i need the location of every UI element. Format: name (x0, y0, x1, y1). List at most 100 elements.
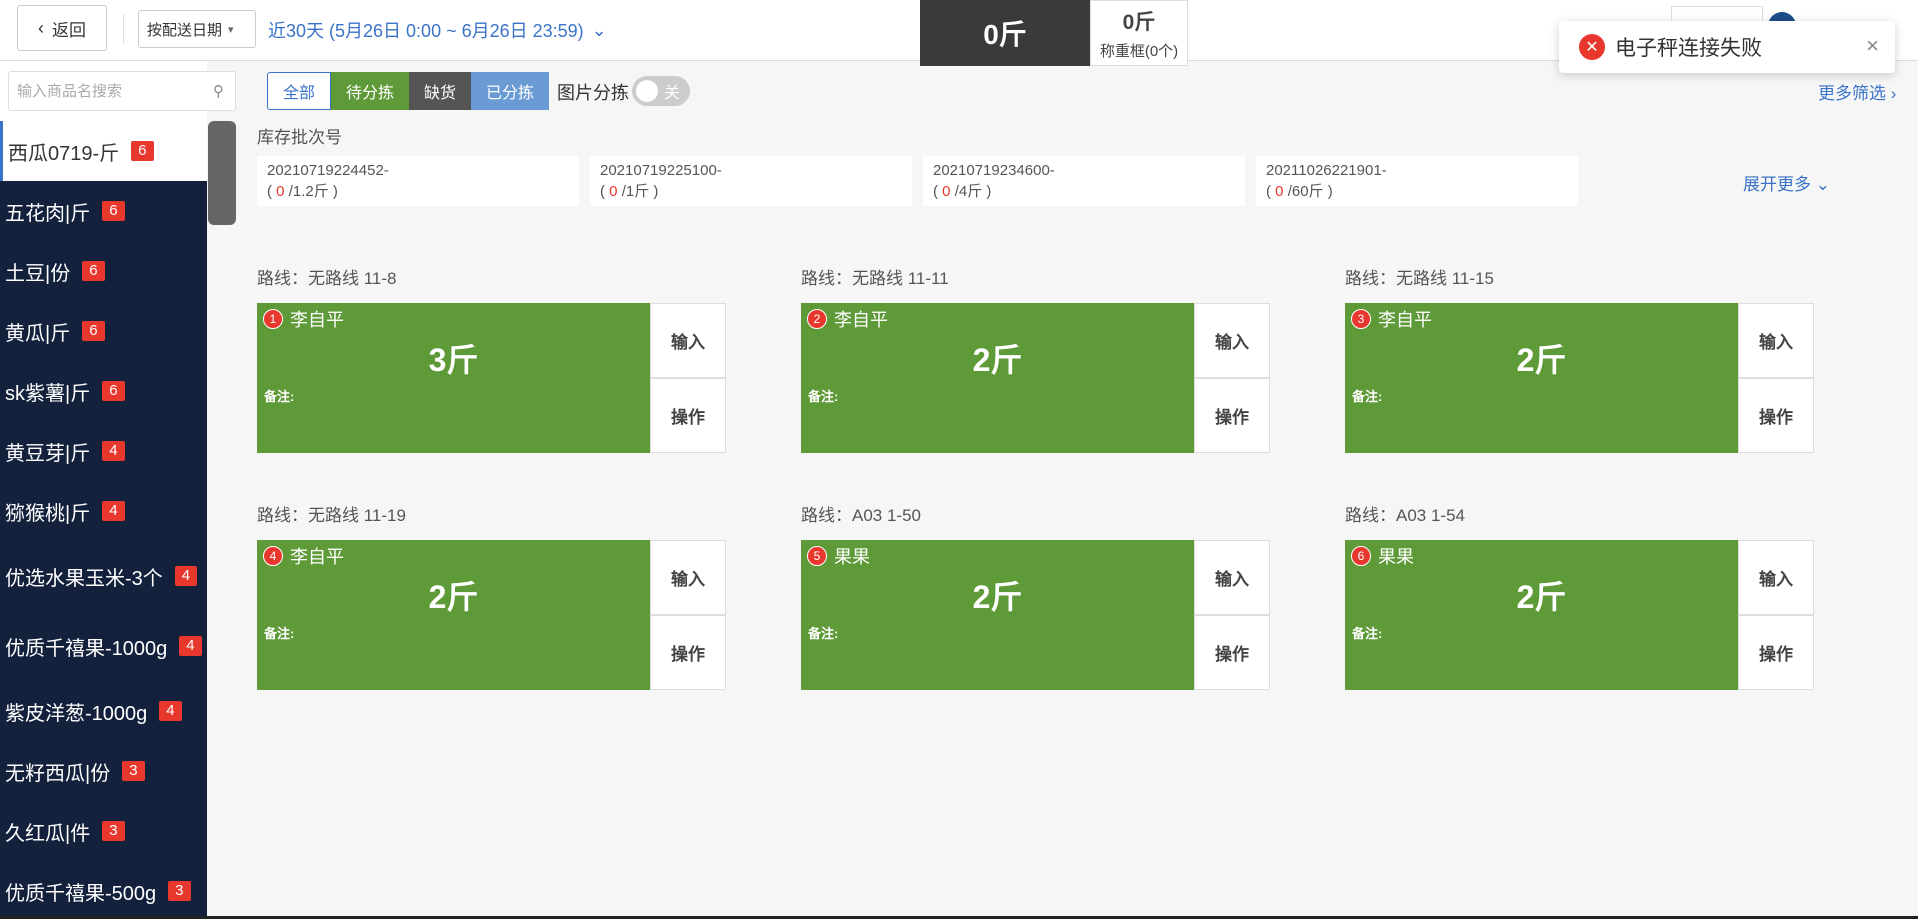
batch-code: 20211026221901- (1266, 162, 1387, 179)
order-sort-area[interactable]: 2 李自平 2斤 备注: (801, 303, 1194, 453)
order-note: 备注: (264, 626, 295, 641)
product-item[interactable]: 优选水果玉米-3个 4 (0, 541, 207, 611)
product-item[interactable]: 紫皮洋葱-1000g 4 (0, 681, 207, 741)
route-label: 路线：无路线 11-8 (257, 269, 397, 288)
order-quantity: 2斤 (972, 579, 1023, 615)
order-number-badge: 3 (1351, 309, 1371, 329)
order-number-badge: 1 (263, 309, 283, 329)
product-count-badge: 6 (82, 321, 105, 341)
product-item[interactable]: 久红瓜|件 3 (0, 801, 207, 861)
input-button[interactable]: 输入 (1738, 303, 1814, 378)
order-card: 6 果果 2斤 备注: 输入 操作 (1345, 540, 1814, 690)
search-icon[interactable]: ⚲ (213, 82, 224, 100)
filter-all-button[interactable]: 全部 (267, 72, 332, 110)
input-button[interactable]: 输入 (650, 303, 726, 378)
scrollbar-thumb[interactable] (208, 121, 236, 225)
date-type-select[interactable]: 按配送日期 ▾ (138, 10, 256, 48)
product-item[interactable]: 五花肉|斤 6 (0, 181, 207, 241)
basket-weight-value: 0斤 (1122, 10, 1156, 34)
product-name: 优质千禧果-1000g (5, 637, 168, 660)
expand-more-link[interactable]: 展开更多 ⌄ (1743, 170, 1830, 195)
chevron-down-icon: ⌄ (591, 19, 607, 40)
batch-code: 20210719234600- (933, 162, 1055, 179)
input-button[interactable]: 输入 (1194, 540, 1270, 615)
product-count-badge: 4 (179, 636, 202, 656)
basket-weight-label: 称重框(0个) (1099, 42, 1179, 60)
product-name: 黄豆芽|斤 (5, 442, 91, 465)
product-name: 优质千禧果-500g (5, 882, 157, 905)
back-label: 返回 (52, 20, 86, 40)
back-button[interactable]: ‹ 返回 (17, 5, 107, 51)
order-sort-area[interactable]: 6 果果 2斤 备注: (1345, 540, 1738, 690)
product-name: 无籽西瓜|份 (5, 762, 111, 785)
order-sort-area[interactable]: 3 李自平 2斤 备注: (1345, 303, 1738, 453)
product-item[interactable]: 土豆|份 6 (0, 241, 207, 301)
more-filters-link[interactable]: 更多筛选 › (1818, 79, 1896, 104)
operate-button[interactable]: 操作 (650, 615, 726, 690)
divider (123, 14, 124, 44)
order-sort-area[interactable]: 4 李自平 2斤 备注: (257, 540, 650, 690)
order-quantity: 2斤 (972, 342, 1023, 378)
batch-total: /60斤 (1287, 183, 1324, 200)
order-note: 备注: (808, 389, 839, 404)
input-button[interactable]: 输入 (650, 540, 726, 615)
product-count-badge: 4 (102, 501, 125, 521)
more-filters-label: 更多筛选 (1818, 84, 1886, 103)
batch-card[interactable]: 20210719224452- ( 0 /1.2斤 ) (257, 156, 579, 206)
batch-used: 0 (942, 183, 951, 200)
filter-sorted-button[interactable]: 已分拣 (471, 72, 550, 110)
product-count-badge: 3 (102, 821, 125, 841)
order-sort-area[interactable]: 5 果果 2斤 备注: (801, 540, 1194, 690)
order-number-badge: 4 (263, 546, 283, 566)
product-item[interactable]: 优质千禧果-1000g 4 (0, 611, 207, 681)
order-actions: 输入 操作 (1194, 303, 1270, 453)
customer-name: 李自平 (834, 310, 888, 330)
product-item[interactable]: 无籽西瓜|份 3 (0, 741, 207, 801)
order-quantity: 3斤 (428, 342, 479, 378)
route-label: 路线：无路线 11-15 (1345, 269, 1494, 288)
image-sort-label: 图片分拣 (557, 83, 629, 103)
batch-card[interactable]: 20210719234600- ( 0 /4斤 ) (923, 156, 1245, 206)
date-range-picker[interactable]: 近30天 (5月26日 0:00 ~ 6月26日 23:59) ⌄ (268, 17, 607, 43)
product-count-badge: 3 (168, 881, 191, 901)
batch-card[interactable]: 20210719225100- ( 0 /1斤 ) (590, 156, 912, 206)
product-item[interactable]: 西瓜0719-斤 6 (0, 121, 207, 181)
product-item[interactable]: 猕猴桃|斤 4 (0, 481, 207, 541)
operate-button[interactable]: 操作 (650, 378, 726, 453)
batch-used: 0 (1275, 183, 1284, 200)
operate-button[interactable]: 操作 (1194, 378, 1270, 453)
batch-code: 20210719224452- (267, 162, 389, 179)
basket-weight-panel[interactable]: 0斤 称重框(0个) (1090, 0, 1188, 66)
input-button[interactable]: 输入 (1194, 303, 1270, 378)
scale-weight-display: 0斤 (920, 0, 1090, 66)
product-name: 五花肉|斤 (5, 202, 91, 225)
product-item[interactable]: 黄豆芽|斤 4 (0, 421, 207, 481)
product-item[interactable]: 黄瓜|斤 6 (0, 301, 207, 361)
batch-total: /1.2斤 (288, 183, 329, 200)
operate-button[interactable]: 操作 (1738, 615, 1814, 690)
product-item[interactable]: sk紫薯|斤 6 (0, 361, 207, 421)
product-item[interactable]: 优质千禧果-500g 3 (0, 861, 207, 919)
filter-pending-button[interactable]: 待分拣 (331, 72, 410, 110)
batch-code: 20210719225100- (600, 162, 722, 179)
order-actions: 输入 操作 (1738, 303, 1814, 453)
product-count-badge: 4 (159, 701, 182, 721)
chevron-right-icon: › (1890, 84, 1897, 103)
batch-card[interactable]: 20211026221901- ( 0 /60斤 ) (1256, 156, 1578, 206)
order-quantity: 2斤 (1516, 579, 1567, 615)
product-count-badge: 4 (174, 566, 198, 586)
error-icon: ✕ (1579, 34, 1605, 60)
filter-shortage-button[interactable]: 缺货 (409, 72, 472, 110)
route-label: 路线：A03 1-50 (801, 506, 921, 525)
operate-button[interactable]: 操作 (1194, 615, 1270, 690)
operate-button[interactable]: 操作 (1738, 378, 1814, 453)
image-sort-toggle[interactable]: 关 (632, 76, 690, 106)
order-sort-area[interactable]: 1 李自平 3斤 备注: (257, 303, 650, 453)
input-button[interactable]: 输入 (1738, 540, 1814, 615)
close-icon[interactable]: × (1866, 33, 1879, 59)
order-quantity: 2斤 (428, 579, 479, 615)
order-note: 备注: (264, 389, 295, 404)
search-input[interactable] (17, 82, 217, 100)
product-list: 西瓜0719-斤 6 五花肉|斤 6 土豆|份 6 黄瓜|斤 6 sk紫薯|斤 6 黄豆芽|斤 4 猕猴… (0, 121, 207, 919)
batch-total: /4斤 (954, 183, 983, 200)
